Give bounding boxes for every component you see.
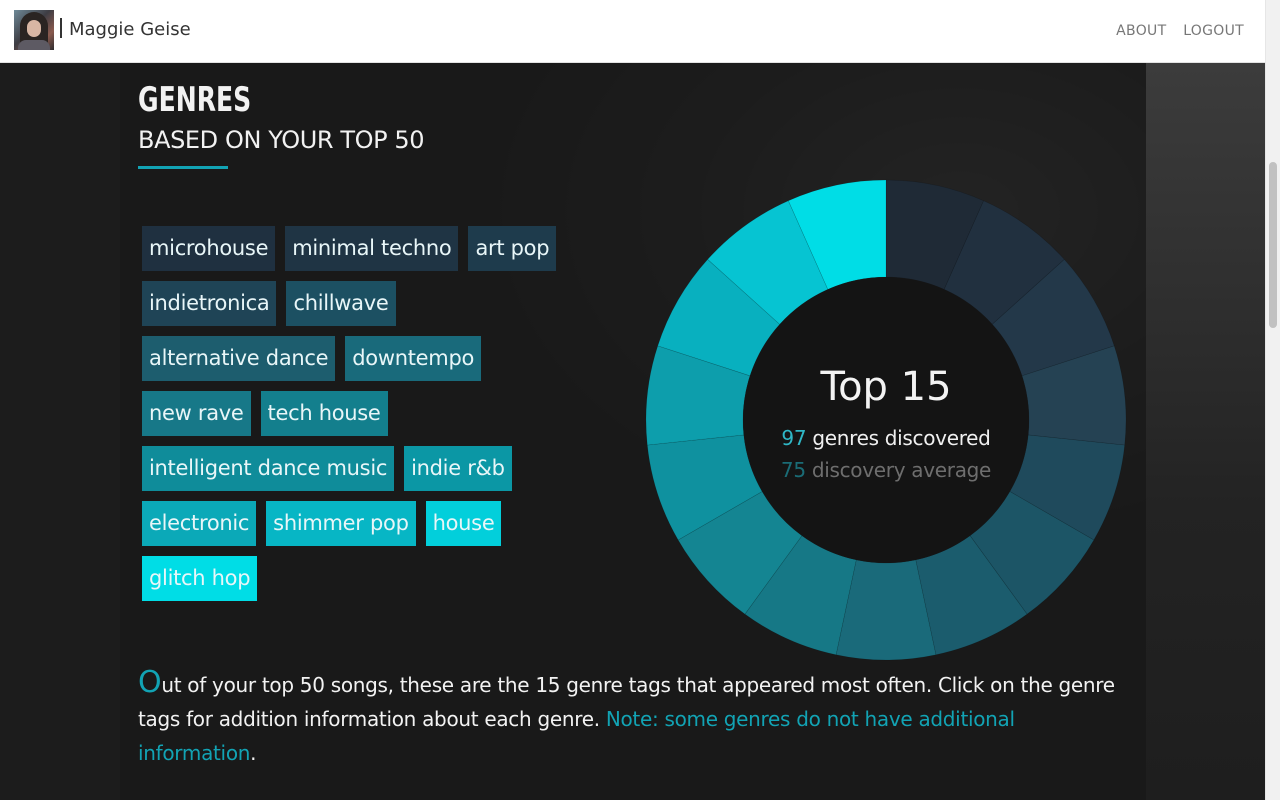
- genre-tag[interactable]: house: [425, 501, 502, 546]
- genre-tag[interactable]: tech house: [260, 391, 388, 436]
- genre-tag[interactable]: electronic: [142, 501, 257, 546]
- genre-tag[interactable]: indietronica: [142, 281, 277, 326]
- genre-tag[interactable]: new rave: [142, 391, 251, 436]
- avatar[interactable]: [14, 10, 54, 50]
- discovery-average: 75 discovery average: [740, 458, 1032, 482]
- donut-center-title: Top 15: [820, 364, 952, 410]
- separator: [60, 18, 62, 38]
- genre-tag[interactable]: intelligent dance music: [142, 446, 395, 491]
- page-scrollbar[interactable]: [1265, 0, 1280, 800]
- genre-tag-row: glitch hop: [142, 556, 612, 601]
- genre-tag-row: alternative dance downtempo: [142, 336, 612, 381]
- drop-cap: O: [138, 665, 162, 700]
- genre-tag[interactable]: alternative dance: [142, 336, 336, 381]
- background-right: [1146, 62, 1266, 800]
- discovered-label: genres discovered: [812, 426, 991, 450]
- about-link[interactable]: ABOUT: [1116, 23, 1166, 39]
- title-underline: [138, 166, 228, 169]
- discovered-count: 97: [781, 426, 807, 450]
- genre-tag-list: microhouse minimal techno art pop indietron…: [142, 226, 612, 611]
- genre-tag[interactable]: downtempo: [345, 336, 482, 381]
- section-title: GENRES: [138, 80, 252, 120]
- genre-tag-row: indietronica chillwave: [142, 281, 612, 326]
- background-left: [0, 62, 120, 800]
- genre-tag[interactable]: glitch hop: [142, 556, 258, 601]
- logout-link[interactable]: LOGOUT: [1183, 23, 1244, 39]
- genre-tag[interactable]: microhouse: [142, 226, 276, 271]
- user-name-text: Maggie Geise: [69, 19, 191, 40]
- genre-tag-row: microhouse minimal techno art pop: [142, 226, 612, 271]
- genre-tag-row: electronic shimmer pop house: [142, 501, 612, 546]
- genre-tag[interactable]: art pop: [468, 226, 557, 271]
- genre-tag-row: intelligent dance music indie r&b: [142, 446, 612, 491]
- nav-links: ABOUT LOGOUT: [1104, 23, 1244, 39]
- user-name: Maggie Geise: [60, 18, 191, 40]
- genre-tag-row: new rave tech house: [142, 391, 612, 436]
- section-subtitle: BASED ON YOUR TOP 50: [138, 126, 425, 154]
- scroll-thumb[interactable]: [1269, 162, 1277, 328]
- top-nav-bar: Maggie Geise ABOUT LOGOUT: [0, 0, 1266, 63]
- description: Out of your top 50 songs, these are the …: [138, 666, 1128, 770]
- genre-tag[interactable]: chillwave: [286, 281, 396, 326]
- genre-tag[interactable]: minimal techno: [285, 226, 459, 271]
- average-label: discovery average: [811, 458, 992, 482]
- genre-tag[interactable]: indie r&b: [404, 446, 512, 491]
- genre-tag[interactable]: shimmer pop: [266, 501, 416, 546]
- description-end: .: [250, 741, 257, 765]
- genres-discovered: 97 genres discovered: [740, 426, 1032, 450]
- average-count: 75: [780, 458, 806, 482]
